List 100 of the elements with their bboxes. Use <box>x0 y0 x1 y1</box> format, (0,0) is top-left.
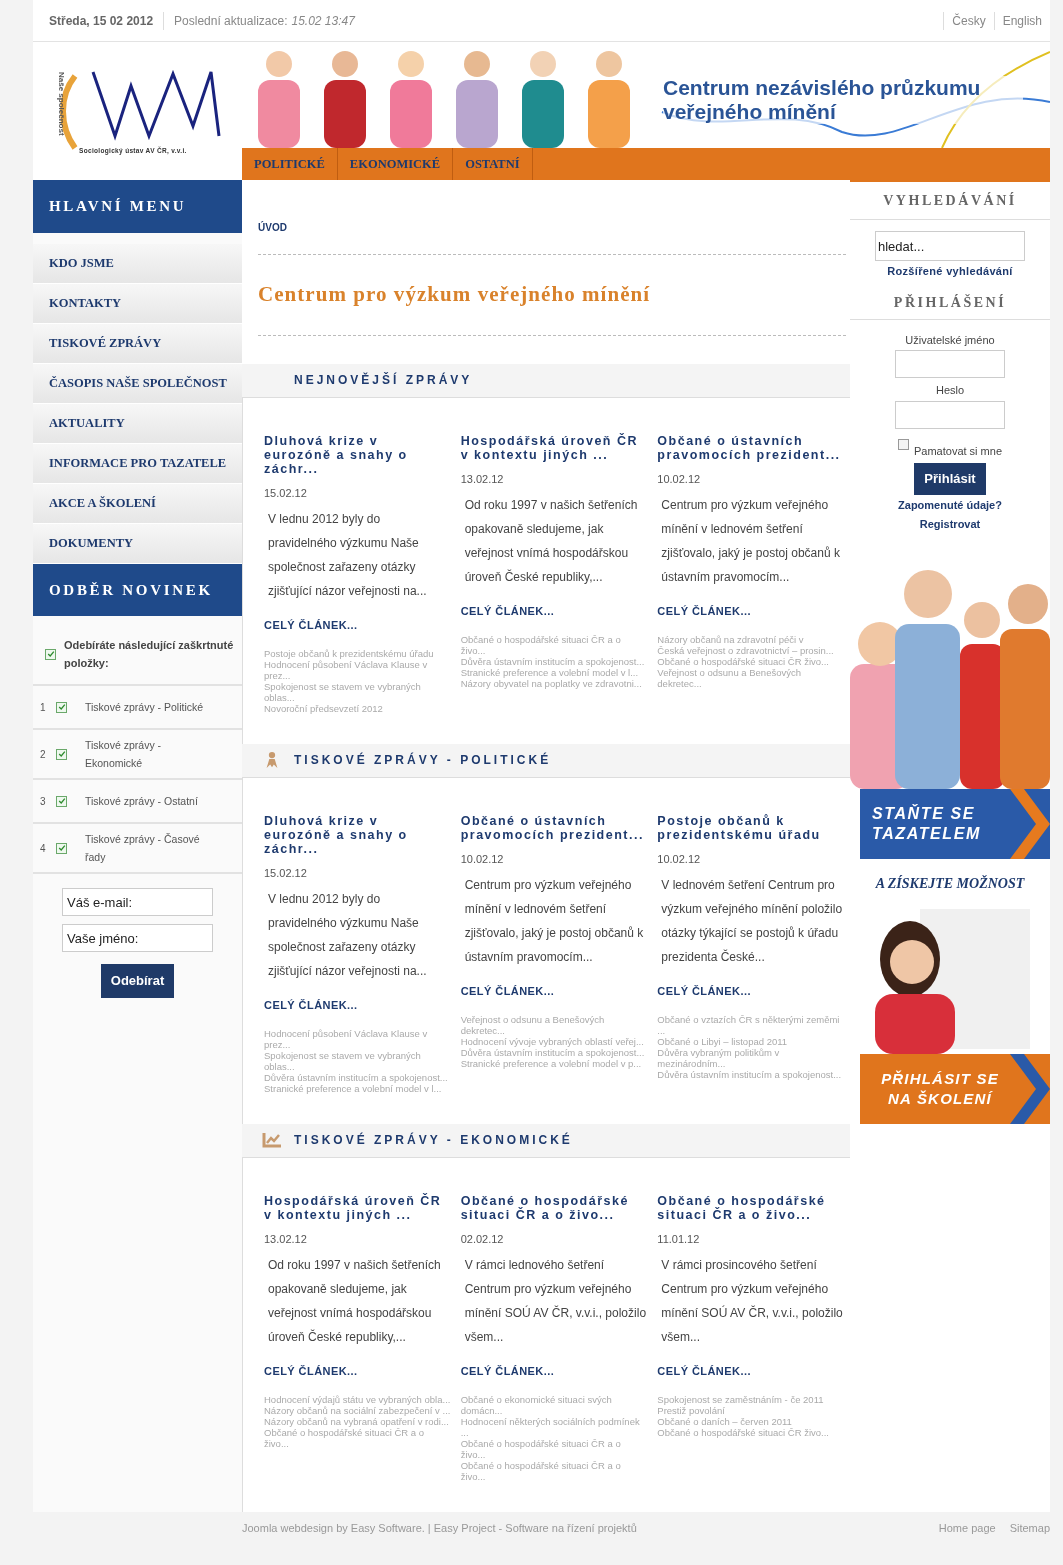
breadcrumb-link[interactable]: ÚVOD <box>258 222 287 233</box>
menu-item[interactable]: INFORMACE PRO TAZATELE <box>33 444 242 484</box>
checkbox[interactable] <box>897 438 909 450</box>
search-field[interactable]: hledat... <box>875 231 1025 261</box>
article-date: 10.02.12 <box>657 851 702 867</box>
login-button[interactable]: Přihlásit <box>914 463 986 495</box>
account-link[interactable]: Registrovat <box>919 515 981 532</box>
article-intro: V lednu 2012 byly do pravidelného výzkumu Naše společnost zařazeny otázky zjišťující názor veřejnosti na... <box>267 511 428 600</box>
menu-item[interactable]: KDO JSME <box>33 244 242 284</box>
subscribe-button[interactable]: Odebírat <box>100 964 175 998</box>
article-intro: Od roku 1997 v našich šetřeních opakovaně sledujeme, jak veřejnost vnímá hospodářskou úroveň České republiky,... <box>267 1257 442 1346</box>
related-article-link[interactable]: Občané o hospodářské situaci ČR a o živo... <box>264 1426 451 1449</box>
article-intro: Od roku 1997 v našich šetřeních opakovaně sledujeme, jak veřejnost vnímá hospodářskou úroveň České republiky,... <box>463 497 639 586</box>
related-article-link[interactable]: Názory obyvatel na poplatky ve zdravotni... <box>460 677 648 689</box>
read-more-link[interactable]: CELÝ ČLÁNEK... <box>460 983 648 1000</box>
related-article-link[interactable]: Občané o hospodářské situaci ČR a o živo... <box>460 1437 648 1460</box>
related-article-link[interactable]: Občané o hospodářské situaci ČR a o živo... <box>460 633 648 656</box>
read-more-link[interactable]: CELÝ ČLÁNEK... <box>657 1363 844 1380</box>
menu-item[interactable]: KONTAKTY <box>33 284 242 324</box>
related-article-link[interactable]: Prestiž povolání <box>657 1404 844 1416</box>
related-article-link[interactable]: Veřejnost o odsunu a Benešových dekretec... <box>657 666 844 689</box>
related-article-link[interactable]: Veřejnost o odsunu a Benešových dekretec... <box>460 1013 648 1036</box>
related-article-link[interactable]: Hodnocení vývoje vybraných oblastí veřej... <box>460 1035 648 1047</box>
language-link[interactable]: Česky <box>943 11 994 30</box>
read-more-link[interactable]: CELÝ ČLÁNEK... <box>657 983 844 1000</box>
article-title-link[interactable]: Občané o ústavních pravomocích prezident... <box>460 813 648 842</box>
banner-title: Centrum nezávislého průzkumu veřejného mínění <box>663 76 1023 124</box>
article-title-link[interactable]: Postoje občanů k prezidentskému úřadu <box>657 813 844 842</box>
article-title-link[interactable]: Občané o ústavních pravomocích prezident... <box>657 433 844 462</box>
recruit-banner[interactable]: STAŇTE SE TAZATELEM <box>860 789 1050 859</box>
related-article-link[interactable]: Novoroční předsevzetí 2012 <box>264 702 451 714</box>
menu-item[interactable]: TISKOVÉ ZPRÁVY <box>33 324 242 364</box>
related-article-link[interactable]: Spokojenost se stavem ve vybraných oblas... <box>264 1049 451 1072</box>
article-title-link[interactable]: Hospodářská úroveň ČR v kontextu jiných ... <box>460 433 648 462</box>
related-article-link[interactable]: Názory občanů na sociální zabezpečení v ... <box>264 1404 451 1416</box>
article-intro: V lednovém šetření Centrum pro výzkum veřejného mínění položilo otázky týkající se postojů k úřadu prezidenta České... <box>660 877 844 966</box>
password-field[interactable] <box>895 400 1005 429</box>
advanced-search-link[interactable]: Rozšířené vyhledávání <box>887 263 1013 280</box>
read-more-link[interactable]: CELÝ ČLÁNEK... <box>264 617 451 634</box>
related-article-link[interactable]: Občané o ekonomické situaci svých domácn... <box>460 1393 648 1416</box>
related-article-link[interactable]: Občané o hospodářské situaci ČR a o živo... <box>460 1459 648 1482</box>
article-title-link[interactable]: Hospodářská úroveň ČR v kontextu jiných ... <box>264 1193 451 1222</box>
category-tab[interactable]: OSTATNÍ <box>453 148 533 180</box>
related-article-link[interactable]: Spokojenost se stavem ve vybraných oblas... <box>264 680 451 703</box>
footer-link[interactable]: Sitemap <box>995 1519 1050 1536</box>
related-article-link[interactable]: Názory občanů na vybraná opatření v rodi... <box>264 1415 451 1427</box>
related-article-link[interactable]: Česká veřejnost o zdravotnictví – prosin... <box>657 644 844 656</box>
training-banner[interactable]: PŘIHLÁSIT SE NA ŠKOLENÍ <box>860 1054 1050 1124</box>
related-article-link[interactable]: Občané o hospodářské situaci ČR živo... <box>657 1426 844 1438</box>
read-more-link[interactable]: CELÝ ČLÁNEK... <box>264 1363 451 1380</box>
related-article-link[interactable]: Stranické preference a volební model v l... <box>264 1082 451 1094</box>
related-article-link[interactable]: Stranické preference a volební model v l... <box>460 666 648 678</box>
article-date: 11.01.12 <box>657 1231 701 1247</box>
related-article-link[interactable]: Hodnocení působení Václava Klause v prez... <box>264 658 451 681</box>
category-tab[interactable]: POLITICKÉ <box>242 148 338 180</box>
related-article-link[interactable]: Stranické preference a volební model v p... <box>460 1057 648 1069</box>
article-title-link[interactable]: Dluhová krize v eurozóně a snahy o záchr... <box>264 813 451 856</box>
category-tab[interactable]: EKONOMICKÉ <box>337 148 454 180</box>
checkbox[interactable] <box>45 648 56 660</box>
related-article-link[interactable]: Důvěra ústavním institucím a spokojenost... <box>657 1068 844 1080</box>
related-article-link[interactable]: Hodnocení výdajů státu ve vybraných obla... <box>264 1393 451 1405</box>
related-article-link[interactable]: Občané o Libyi – listopad 2011 <box>657 1035 844 1047</box>
footer-link[interactable]: Home page <box>924 1519 996 1536</box>
menu-item[interactable]: DOKUMENTY <box>33 524 242 564</box>
related-article-link[interactable]: Důvěra ústavním institucím a spokojenost... <box>460 1046 648 1058</box>
article-title-link[interactable]: Občané o hospodářské situaci ČR a o živo... <box>657 1193 844 1222</box>
related-article-link[interactable]: Důvěra vybraným politikům v mezinárodním... <box>657 1046 844 1069</box>
item-number: 1 <box>40 700 46 715</box>
related-article-link[interactable]: Spokojenost se zaměstnáním - če 2011 <box>657 1393 844 1405</box>
account-link[interactable]: Zapomenuté údaje? <box>898 497 1002 514</box>
checkbox[interactable] <box>56 795 67 807</box>
arrow-icon <box>1010 1054 1050 1124</box>
section-title: TISKOVÉ ZPRÁVY - EKONOMICKÉ <box>294 1131 573 1149</box>
related-article-link[interactable]: Důvěra ústavním institucím a spokojenost... <box>460 655 648 667</box>
checkbox[interactable] <box>56 842 67 854</box>
checkbox[interactable] <box>56 701 67 713</box>
related-article-link[interactable]: Postoje občanů k prezidentskému úřadu <box>264 647 451 659</box>
language-link[interactable]: English <box>993 11 1050 30</box>
read-more-link[interactable]: CELÝ ČLÁNEK... <box>460 1363 648 1380</box>
related-article-link[interactable]: Hodnocení některých sociálních podmínek ... <box>460 1415 648 1438</box>
read-more-link[interactable]: CELÝ ČLÁNEK... <box>264 997 451 1014</box>
article-title-link[interactable]: Dluhová krize v eurozóně a snahy o záchr... <box>264 433 451 476</box>
read-more-link[interactable]: CELÝ ČLÁNEK... <box>657 603 844 620</box>
related-article-link[interactable]: Důvěra ústavním institucím a spokojenost... <box>264 1071 451 1083</box>
password-label: Heslo <box>935 383 965 398</box>
username-label: Uživatelské jméno <box>905 332 995 348</box>
article-title-link[interactable]: Občané o hospodářské situaci ČR a o živo... <box>460 1193 648 1222</box>
related-article-link[interactable]: Občané o hospodářské situaci ČR živo... <box>657 655 844 667</box>
read-more-link[interactable]: CELÝ ČLÁNEK... <box>460 603 648 620</box>
name-field[interactable]: Vaše jméno: <box>62 924 213 952</box>
related-article-link[interactable]: Názory občanů na zdravotní péči v <box>657 633 844 645</box>
username-field[interactable] <box>895 350 1005 378</box>
menu-item[interactable]: AKCE A ŠKOLENÍ <box>33 484 242 524</box>
related-article-link[interactable]: Občané o vztazích ČR s některými zeměmi ... <box>657 1013 844 1036</box>
checkbox[interactable] <box>56 748 67 760</box>
menu-item[interactable]: AKTUALITY <box>33 404 242 444</box>
menu-item[interactable]: ČASOPIS NAŠE SPOLEČNOST <box>33 364 242 404</box>
related-article-link[interactable]: Hodnocení působení Václava Klause v prez... <box>264 1027 451 1050</box>
related-article-link[interactable]: Občané o daních – červen 2011 <box>657 1415 844 1427</box>
email-field[interactable]: Váš e-mail: <box>62 888 213 916</box>
